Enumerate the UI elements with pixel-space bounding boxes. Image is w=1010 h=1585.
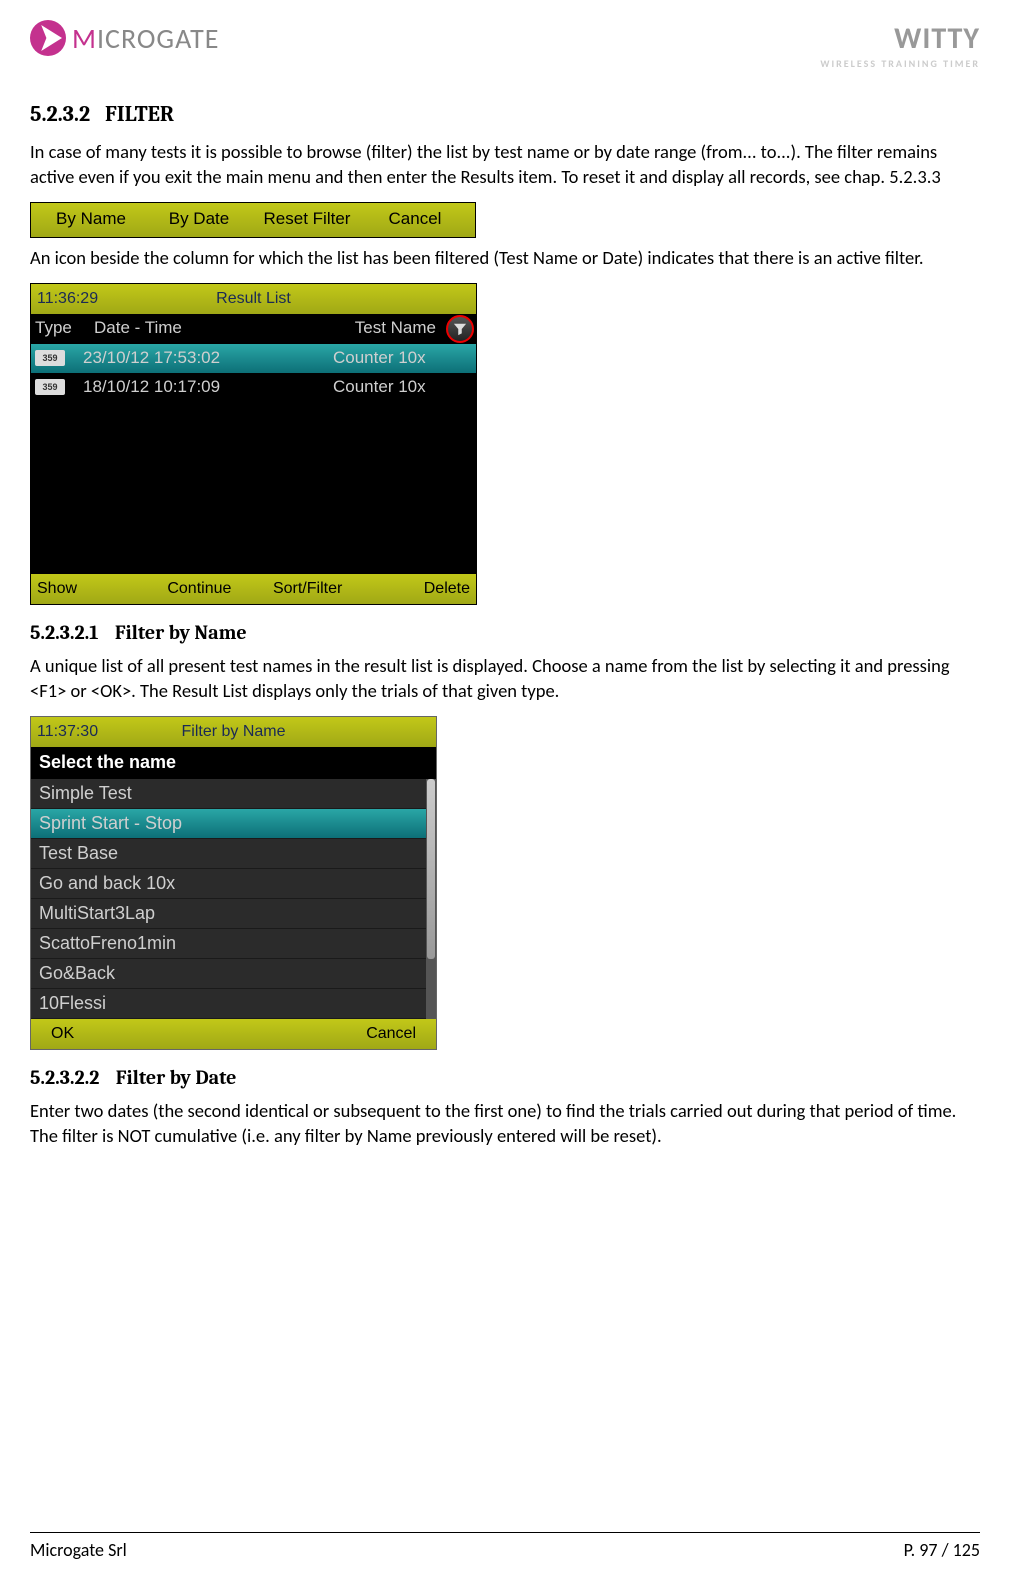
subsection-title: Filter by Name <box>115 621 247 644</box>
brand-left-rest: ICROGATE <box>97 21 219 56</box>
col-test-name: Test Name <box>270 317 472 340</box>
page-footer: Microgate Srl P. 97 / 125 <box>30 1532 980 1561</box>
after-bar-text: An icon beside the column for which the … <box>30 246 980 271</box>
row-type-badge: 359 <box>35 379 65 395</box>
brand-left: MICROGATE <box>30 20 219 56</box>
select-name-prompt: Select the name <box>31 747 436 779</box>
screenshot-result-list: 11:36:29 Result List Type Date - Time Te… <box>30 283 477 605</box>
table-row[interactable]: 359 18/10/12 10:17:09 Counter 10x <box>31 373 476 402</box>
section-body: In case of many tests it is possible to … <box>30 140 980 190</box>
screenshot-filter-bar: By Name By Date Reset Filter Cancel <box>30 202 476 238</box>
softkey-show[interactable]: Show <box>37 578 145 600</box>
softkey-ok[interactable]: OK <box>51 1023 74 1045</box>
row-testname: Counter 10x <box>333 376 472 399</box>
screenshot-filter-by-name: 11:37:30 Filter by Name Select the name … <box>30 716 437 1050</box>
scrollbar[interactable] <box>426 779 436 1019</box>
page-header: MICROGATE WITTY WIRELESS TRAINING TIMER <box>30 20 980 70</box>
subsection-num: 5.2.3.2.1 <box>30 621 98 644</box>
screen-title: Result List <box>122 288 470 310</box>
subsection-title: Filter by Date <box>116 1066 237 1089</box>
list-item[interactable]: 10Flessi <box>31 989 436 1019</box>
screen-title: Filter by Name <box>122 721 430 743</box>
list-item[interactable]: ScattoFreno1min <box>31 929 436 959</box>
row-testname: Counter 10x <box>333 347 472 370</box>
row-type-badge: 359 <box>35 350 65 366</box>
softkey-sort[interactable]: Sort/Filter <box>254 578 362 600</box>
row-datetime: 23/10/12 17:53:02 <box>83 347 333 370</box>
col-date-time: Date - Time <box>90 317 270 340</box>
brand-tagline: WIRELESS TRAINING TIMER <box>820 57 980 70</box>
brand-right-text: WITTY <box>820 20 980 57</box>
footer-page-number: P. 97 / 125 <box>904 1539 980 1561</box>
section-heading-filter: 5.2.3.2 FILTER <box>30 100 980 130</box>
footer-company: Microgate Srl <box>30 1539 127 1561</box>
list-item[interactable]: Go&Back <box>31 959 436 989</box>
section-num: 5.2.3.2 <box>30 101 90 127</box>
filter-by-name-button[interactable]: By Name <box>37 208 145 231</box>
result-rows: 359 23/10/12 17:53:02 Counter 10x 359 18… <box>31 344 476 574</box>
filter-by-date-button[interactable]: By Date <box>145 208 253 231</box>
row-datetime: 18/10/12 10:17:09 <box>83 376 333 399</box>
subsection-num: 5.2.3.2.2 <box>30 1066 99 1089</box>
filter-cancel-button[interactable]: Cancel <box>361 208 469 231</box>
filter-active-indicator <box>446 315 474 343</box>
subsection-body: Enter two dates (the second identical or… <box>30 1099 980 1149</box>
brand-left-text: MICROGATE <box>72 21 219 56</box>
list-item[interactable]: Test Base <box>31 839 436 869</box>
filter-reset-button[interactable]: Reset Filter <box>253 208 361 231</box>
table-row[interactable]: 359 23/10/12 17:53:02 Counter 10x <box>31 344 476 373</box>
microgate-arrow-icon <box>30 20 66 56</box>
funnel-icon <box>453 322 467 336</box>
section-title: FILTER <box>105 101 174 127</box>
subsection-heading-filter-by-name: 5.2.3.2.1 Filter by Name <box>30 619 980 646</box>
col-type: Type <box>35 317 90 340</box>
brand-left-initial: M <box>72 21 97 56</box>
list-item[interactable]: Sprint Start - Stop <box>31 809 436 839</box>
list-item[interactable]: MultiStart3Lap <box>31 899 436 929</box>
list-item[interactable]: Simple Test <box>31 779 436 809</box>
list-item[interactable]: Go and back 10x <box>31 869 436 899</box>
device-clock: 11:36:29 <box>37 288 122 310</box>
name-list: Simple Test Sprint Start - Stop Test Bas… <box>31 779 436 1019</box>
subsection-body: A unique list of all present test names … <box>30 654 980 704</box>
subsection-heading-filter-by-date: 5.2.3.2.2 Filter by Date <box>30 1064 980 1091</box>
softkey-delete[interactable]: Delete <box>362 578 470 600</box>
softkey-cancel[interactable]: Cancel <box>366 1023 416 1045</box>
softkey-continue[interactable]: Continue <box>145 578 253 600</box>
device-clock: 11:37:30 <box>37 721 122 743</box>
brand-right: WITTY WIRELESS TRAINING TIMER <box>820 20 980 70</box>
column-header-row: Type Date - Time Test Name <box>31 314 476 344</box>
